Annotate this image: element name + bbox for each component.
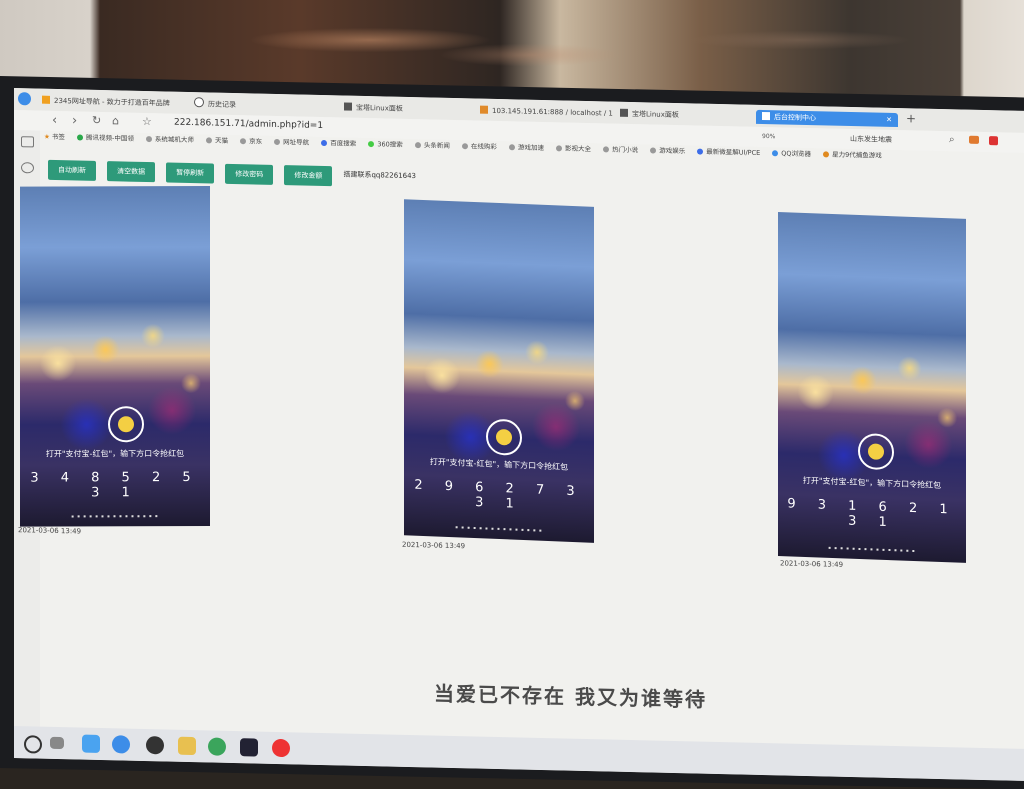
browser-logo-icon [42,95,50,104]
timestamp: 2021-03-06 13:49 [780,559,844,569]
game-icon [823,151,830,158]
coin-icon [486,418,522,456]
globe-icon [603,146,610,153]
pause-refresh-button[interactable]: 暂停刷新 [166,162,215,184]
bookmark-item[interactable]: 游戏娱乐 [650,144,685,155]
nox-icon[interactable] [240,738,258,757]
redpacket-card[interactable]: 打开"支付宝-红包"，输下方口令抢红包 3 4 8 5 2 5 3 1 ▪ ▪ … [20,185,210,527]
search-icon[interactable] [24,735,42,754]
card-code: 3 4 8 5 2 5 3 1 [30,469,200,501]
globe-icon [650,147,657,154]
bookmark-item[interactable]: 影视大全 [556,142,591,153]
panel-icon [344,102,352,111]
tab-panel-1[interactable]: 宝塔Linux面板 [338,100,409,116]
bookmark-item[interactable]: 360搜索 [368,138,403,149]
tab-admin-center[interactable]: 后台控制中心 ✕ [756,109,898,128]
star-icon[interactable]: ☆ [142,115,152,128]
bookmark-item[interactable]: 百度搜索 [321,137,356,148]
history-icon [194,97,204,108]
tab-history[interactable]: 历史记录 [188,97,242,112]
globe-icon [414,142,421,149]
bookmark-item[interactable]: 在线购彩 [461,140,497,151]
bookmark-item[interactable]: QQ浏览器 [772,147,811,158]
address-bar[interactable]: 222.186.151.71/admin.php?id=1 [174,118,323,131]
star-icon[interactable] [21,162,34,174]
search-icon [368,141,375,148]
tab-phpmyadmin[interactable]: 103.145.191.61:888 / localhost / 1 [474,103,619,120]
globe-icon [206,137,212,144]
globe-icon [508,144,515,151]
action-toolbar: 自动刷新 清空数据 暂停刷新 修改密码 修改金额 搭建联系qq82261643 [48,157,416,188]
browser-logo-icon[interactable] [18,92,31,106]
bookmark-item[interactable]: ★ 书签 [44,131,65,141]
refresh-icon[interactable]: ↻ [92,114,101,127]
zoom-level[interactable]: 90% [762,133,775,140]
close-icon[interactable]: ✕ [886,113,892,127]
auto-refresh-button[interactable]: 自动刷新 [48,159,96,181]
panel-icon [620,108,628,117]
video-icon [76,134,83,141]
clear-data-button[interactable]: 清空数据 [107,161,156,183]
game-icon[interactable] [969,135,979,144]
coin-icon [858,432,894,471]
task-view-icon[interactable] [50,736,64,750]
change-password-button[interactable]: 修改密码 [225,163,274,185]
tab-panel-2[interactable]: 宝塔Linux面板 [614,107,685,123]
browser-logo-icon [772,150,779,157]
page-icon [762,111,770,121]
globe-icon [274,138,281,146]
music-icon[interactable] [272,738,290,758]
star-icon: ★ [44,132,50,141]
new-tab-button[interactable]: + [906,111,916,125]
bookmark-item[interactable]: 天猫 [206,134,228,145]
redpacket-card[interactable]: 打开"支付宝-红包"，输下方口令抢红包 2 9 6 2 7 3 3 1 ▪ ▪ … [404,199,594,543]
redpacket-card[interactable]: 打开"支付宝-红包"，输下方口令抢红包 9 3 1 6 2 1 3 1 ▪ ▪ … [778,212,966,563]
coin-icon [108,406,144,443]
bookmark-item[interactable]: 热门小说 [603,143,638,154]
bookmark-item[interactable]: 腾讯视频-中国领 [76,131,134,143]
weather-news[interactable]: 山东发生地震 [850,134,892,145]
card-footer: ▪ ▪ ▪ ▪ ▪ ▪ ▪ ▪ ▪ ▪ ▪ ▪ ▪ ▪ ▪ [71,513,159,519]
forward-icon[interactable]: › [72,113,77,128]
favorites-icon[interactable] [21,136,34,148]
timestamp: 2021-03-06 13:49 [18,526,82,536]
bookmark-item[interactable]: 游戏加速 [508,141,544,152]
page-icon [480,105,488,114]
browser-logo-icon[interactable] [112,735,130,754]
card-instruction: 打开"支付宝-红包"，输下方口令抢红包 [45,449,185,459]
bookmark-item[interactable]: 京东 [240,135,262,146]
bookmark-item[interactable]: 最新微星解UI/PCE [697,146,760,157]
search-icon[interactable]: ⌕ [949,134,955,145]
wordpress-icon [697,148,704,155]
app-icon[interactable] [146,735,164,755]
bookmark-item[interactable]: 星力9代捕鱼游戏 [823,148,882,160]
app-icon[interactable] [208,737,226,756]
home-icon[interactable]: ⌂ [112,114,119,127]
media-player-icon[interactable] [82,734,100,753]
globe-icon [461,143,468,150]
timestamp: 2021-03-06 13:49 [402,540,466,551]
tab-2345[interactable]: 2345网址导航 - 致力于打造百年品牌 [36,93,176,110]
app-icon[interactable] [989,136,998,146]
back-icon[interactable]: ‹ [52,113,57,128]
globe-icon [145,135,152,143]
paw-icon [321,139,328,147]
contact-text: 搭建联系qq82261643 [343,169,416,180]
globe-icon [556,145,563,152]
bookmark-item[interactable]: 网址导航 [274,136,309,147]
monitor-screen: 2345网址导航 - 致力于打造百年品牌 历史记录 宝塔Linux面板 103.… [14,88,1024,781]
bookmark-item[interactable]: 头条新闻 [414,139,450,150]
bookmark-item[interactable]: 系统城机大师 [145,133,194,144]
folder-icon[interactable] [178,736,196,756]
globe-icon [240,138,247,145]
video-subtitle: 当爱已不存在 我又为谁等待 [434,681,707,712]
change-amount-button[interactable]: 修改金额 [284,165,333,187]
